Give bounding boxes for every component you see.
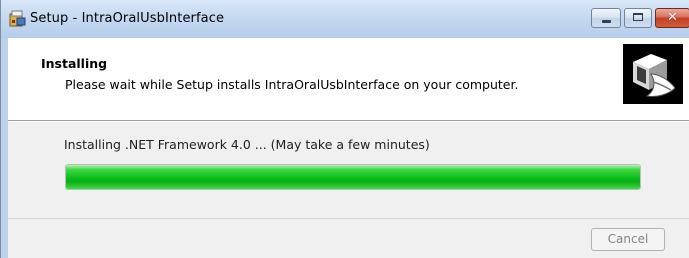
close-button[interactable]: ✕ [655, 8, 689, 28]
minimize-icon [602, 20, 611, 23]
title-bar[interactable]: Setup - IntraOralUsbInterface ✕ [1, 0, 689, 38]
progress-bar [65, 164, 641, 190]
close-icon: ✕ [667, 10, 678, 25]
progress-fill [66, 165, 640, 189]
setup-app-icon[interactable] [9, 10, 26, 27]
page-subtitle: Please wait while Setup installs IntraOr… [65, 77, 519, 92]
status-text: Installing .NET Framework 4.0 ... (May t… [64, 137, 430, 152]
maximize-icon [633, 13, 643, 21]
cancel-button[interactable]: Cancel [591, 228, 665, 251]
window-title: Setup - IntraOralUsbInterface [30, 11, 225, 26]
maximize-button[interactable] [624, 8, 652, 28]
page-title: Installing [41, 56, 108, 71]
minimize-button[interactable] [591, 8, 621, 28]
setup-window: Setup - IntraOralUsbInterface ✕ Installi… [0, 0, 689, 258]
footer-separator [8, 218, 689, 219]
wizard-header: Installing Please wait while Setup insta… [8, 38, 689, 121]
header-divider [8, 121, 689, 122]
setup-wizard-image [623, 44, 683, 104]
wizard-client-area: Installing Please wait while Setup insta… [8, 38, 689, 258]
